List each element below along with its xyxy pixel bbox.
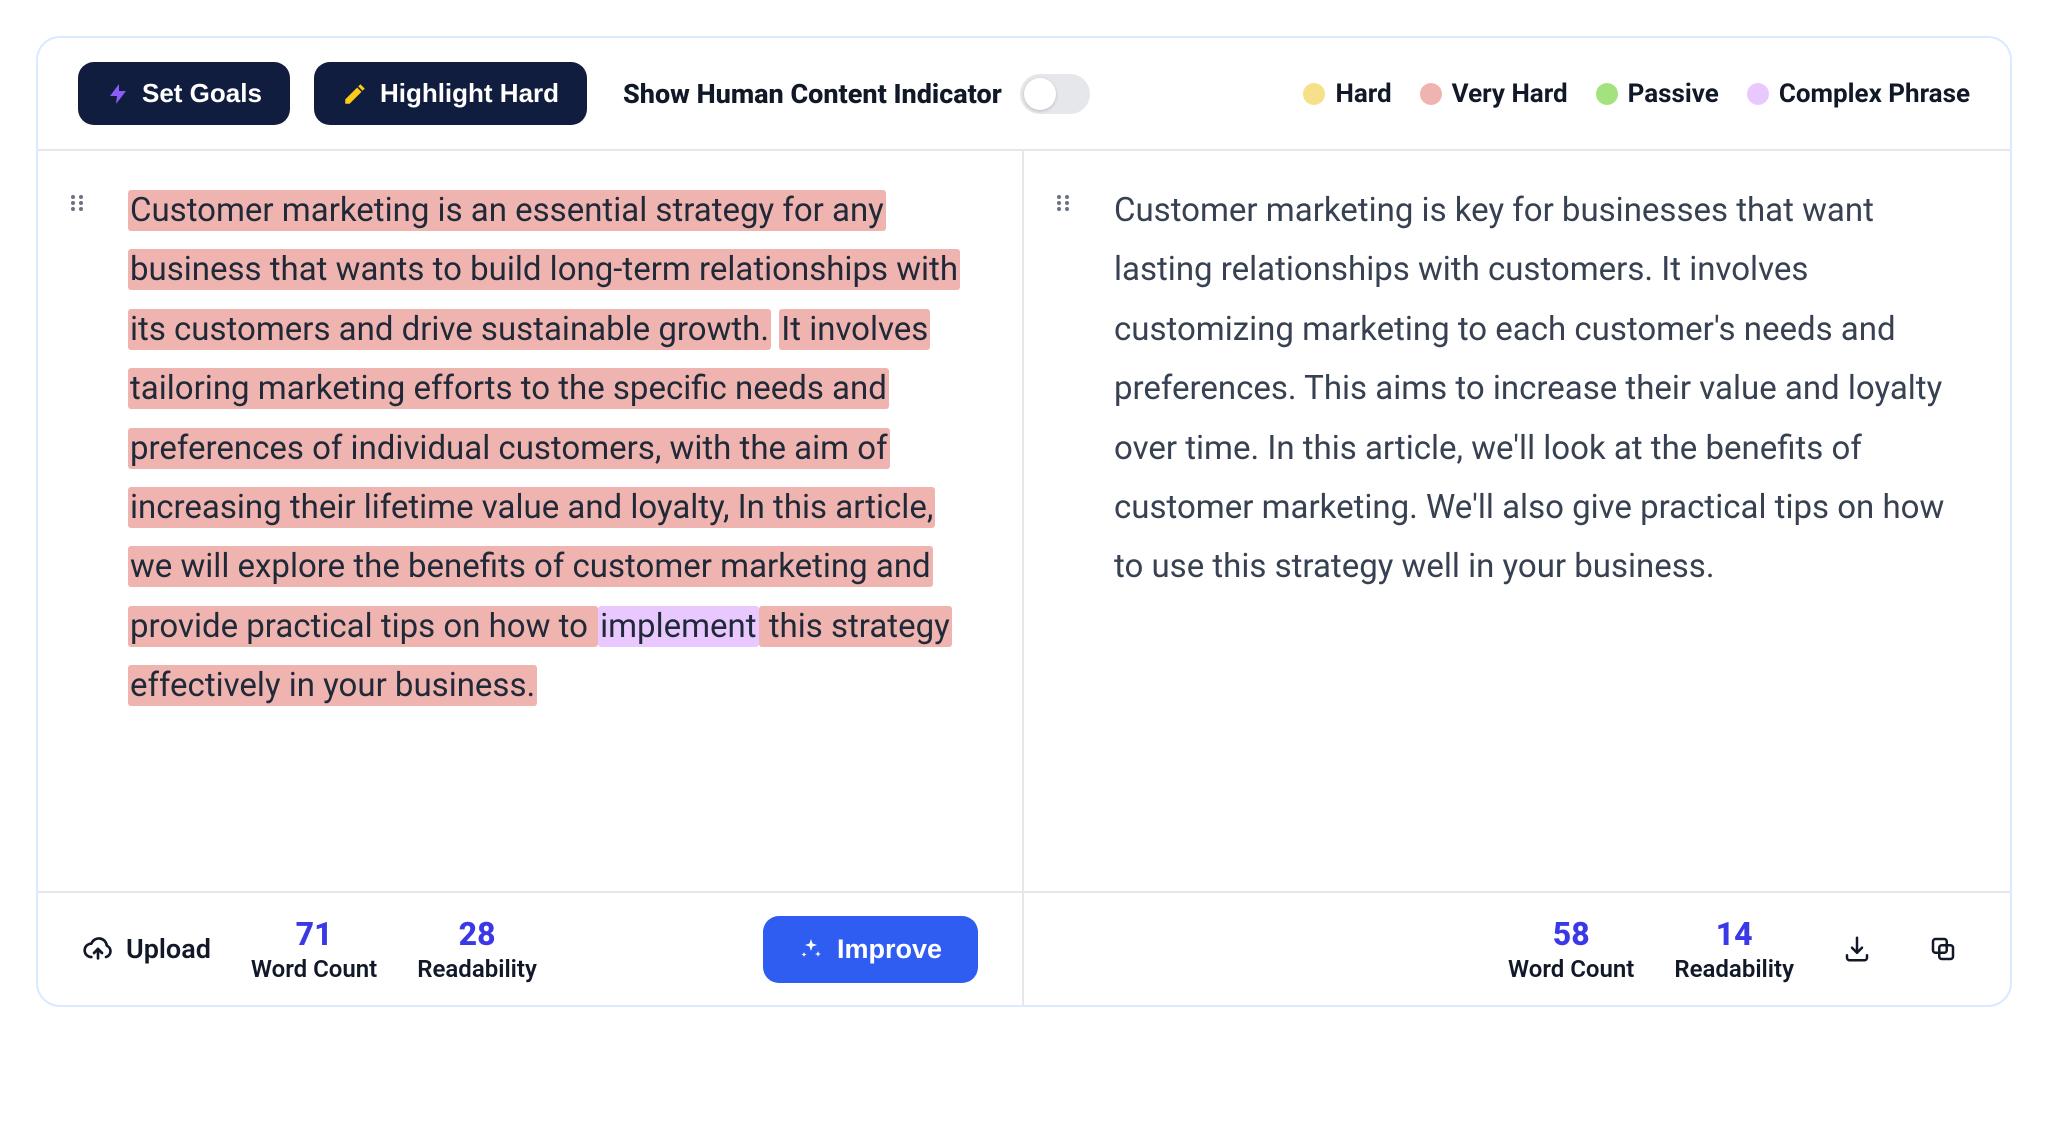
footers: Upload 71 Word Count 28 Readability Impr… (38, 891, 2010, 1005)
set-goals-button[interactable]: Set Goals (78, 62, 290, 125)
app-container: Set Goals Highlight Hard Show Human Cont… (36, 36, 2012, 1007)
highlight-hard-button[interactable]: Highlight Hard (314, 62, 587, 125)
drag-handle-icon[interactable] (1052, 191, 1076, 215)
word-count-value: 71 (251, 915, 377, 953)
dot-icon (1420, 83, 1442, 105)
sparkle-icon (799, 937, 823, 961)
human-content-toggle-group: Show Human Content Indicator (623, 74, 1090, 114)
panels: Customer marketing is an essential strat… (38, 151, 2010, 891)
cloud-upload-icon (82, 933, 114, 965)
legend-complex-phrase: Complex Phrase (1747, 79, 1970, 109)
copy-button[interactable] (1920, 926, 1966, 972)
output-footer: 58 Word Count 14 Readability (1024, 893, 2010, 1005)
toolbar: Set Goals Highlight Hard Show Human Cont… (38, 38, 2010, 151)
readability-stat: 14 Readability (1674, 915, 1794, 983)
text-segment[interactable]: It involves tailoring marketing efforts … (128, 309, 935, 647)
readability-stat: 28 Readability (417, 915, 537, 983)
download-button[interactable] (1834, 926, 1880, 972)
legend-passive: Passive (1596, 79, 1719, 109)
lightning-icon (106, 82, 130, 106)
human-content-toggle[interactable] (1020, 74, 1090, 114)
toggle-knob (1024, 78, 1056, 110)
word-count-label: Word Count (251, 955, 377, 983)
input-footer: Upload 71 Word Count 28 Readability Impr… (38, 893, 1024, 1005)
copy-icon (1928, 934, 1958, 964)
input-editor[interactable]: Customer marketing is an essential strat… (128, 181, 974, 716)
output-stats: 58 Word Count 14 Readability (1508, 915, 1794, 983)
legend-passive-label: Passive (1628, 79, 1719, 109)
set-goals-label: Set Goals (142, 78, 262, 109)
highlighter-icon (342, 81, 368, 107)
readability-value: 14 (1674, 915, 1794, 953)
dot-icon (1747, 83, 1769, 105)
legend-complex-phrase-label: Complex Phrase (1779, 79, 1970, 109)
improve-label: Improve (837, 934, 942, 965)
word-count-stat: 58 Word Count (1508, 915, 1634, 983)
legend-very-hard-label: Very Hard (1452, 79, 1568, 109)
output-text[interactable]: Customer marketing is key for businesses… (1114, 181, 1962, 597)
upload-button[interactable]: Upload (82, 933, 211, 965)
human-content-label: Show Human Content Indicator (623, 78, 1002, 110)
word-count-label: Word Count (1508, 955, 1634, 983)
legend-hard-label: Hard (1335, 79, 1391, 109)
improve-button[interactable]: Improve (763, 916, 978, 983)
legend-very-hard: Very Hard (1420, 79, 1568, 109)
drag-handle-icon[interactable] (66, 191, 90, 215)
legend: Hard Very Hard Passive Complex Phrase (1303, 79, 1970, 109)
dot-icon (1596, 83, 1618, 105)
word-count-value: 58 (1508, 915, 1634, 953)
readability-label: Readability (1674, 955, 1794, 983)
input-panel: Customer marketing is an essential strat… (38, 151, 1024, 891)
upload-label: Upload (126, 933, 211, 965)
text-segment[interactable]: implement (598, 606, 758, 647)
legend-hard: Hard (1303, 79, 1391, 109)
text-segment[interactable] (771, 310, 779, 349)
readability-value: 28 (417, 915, 537, 953)
download-icon (1842, 934, 1872, 964)
word-count-stat: 71 Word Count (251, 915, 377, 983)
readability-label: Readability (417, 955, 537, 983)
dot-icon (1303, 83, 1325, 105)
output-panel: Customer marketing is key for businesses… (1024, 151, 2010, 891)
highlight-hard-label: Highlight Hard (380, 78, 559, 109)
